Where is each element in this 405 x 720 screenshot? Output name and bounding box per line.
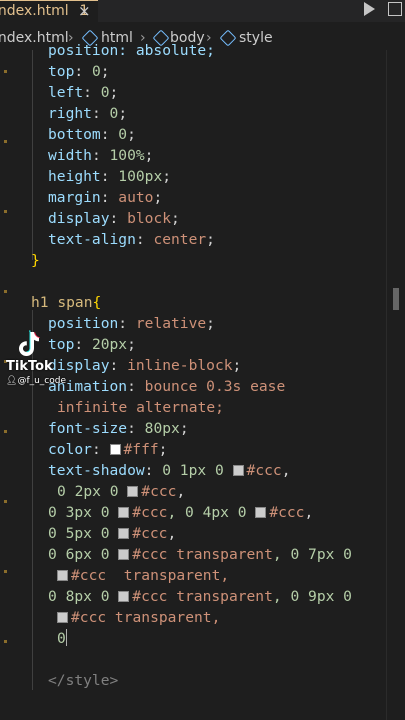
tab-filename: index.html <box>0 3 69 19</box>
color-swatch[interactable] <box>57 612 68 623</box>
close-icon[interactable]: × <box>78 1 91 21</box>
gutter-marker <box>4 640 7 643</box>
code-line: 0 3px 0 #ccc, 0 4px 0 #ccc, <box>48 504 314 521</box>
tiktok-watermark: TikTok 👤︎@f_u_code <box>6 330 86 400</box>
gutter-marker <box>4 210 7 213</box>
gutter-marker <box>4 570 7 573</box>
element-icon <box>219 29 237 47</box>
indent-guide <box>32 50 33 260</box>
gutter-marker <box>4 140 7 143</box>
gutter-marker <box>4 500 7 503</box>
code-line: h1 span{ <box>31 294 102 311</box>
code-line: top: 0; <box>48 63 110 80</box>
tab-bar: index.html 1 × <box>0 0 405 23</box>
gutter-marker <box>4 290 7 293</box>
color-swatch[interactable] <box>118 507 130 518</box>
color-swatch[interactable] <box>57 570 68 581</box>
tiktok-logo-icon <box>19 330 40 356</box>
code-line: #ccc transparent, <box>57 607 220 628</box>
gutter-marker <box>4 70 7 73</box>
tiktok-username: 👤︎@f_u_code <box>6 376 67 386</box>
color-swatch[interactable] <box>232 465 244 476</box>
breadcrumb-style[interactable]: style <box>239 26 273 50</box>
text-cursor <box>65 629 68 646</box>
code-line: position: absolute; <box>48 42 215 59</box>
color-swatch[interactable] <box>109 444 121 455</box>
code-line: font-size: 80px; <box>48 420 189 437</box>
code-line: #ccc transparent, <box>57 565 229 586</box>
code-line: 0 2px 0 #ccc, <box>57 483 186 500</box>
code-line: 0 5px 0 #ccc, <box>48 525 177 542</box>
code-line: margin: auto; <box>48 189 163 206</box>
code-line: text-shadow: 0 1px 0 #ccc, <box>48 462 291 479</box>
code-line: bottom: 0; <box>48 126 136 143</box>
split-editor-icon[interactable] <box>388 2 402 16</box>
code-line: text-align: center; <box>48 231 215 248</box>
tiktok-brand: TikTok <box>6 359 53 374</box>
code-line: width: 100%; <box>48 147 154 164</box>
code-line: right: 0; <box>48 105 128 122</box>
minimap-marker <box>393 288 399 310</box>
code-line: left: 0; <box>48 84 119 101</box>
tab-index-html[interactable]: index.html 1 × <box>0 0 98 23</box>
code-line: color: #fff; <box>48 441 168 458</box>
color-swatch[interactable] <box>255 507 267 518</box>
color-swatch[interactable] <box>127 486 139 497</box>
code-line: } <box>31 252 40 269</box>
code-line: infinite alternate; <box>57 399 224 416</box>
color-swatch[interactable] <box>118 549 130 560</box>
gutter-marker <box>4 430 7 433</box>
code-line: height: 100px; <box>48 168 172 185</box>
code-line: 0 6px 0 #ccc transparent, 0 7px 0 <box>48 546 352 563</box>
code-line: 0 8px 0 #ccc transparent, 0 9px 0 <box>48 588 352 605</box>
minimap-scrollbar[interactable] <box>386 50 405 720</box>
code-line-cursor: 0 <box>57 629 68 647</box>
color-swatch[interactable] <box>118 528 130 539</box>
code-line: display: block; <box>48 210 180 227</box>
run-icon[interactable] <box>364 2 375 16</box>
color-swatch[interactable] <box>118 591 130 602</box>
code-line: </style> <box>48 672 119 689</box>
